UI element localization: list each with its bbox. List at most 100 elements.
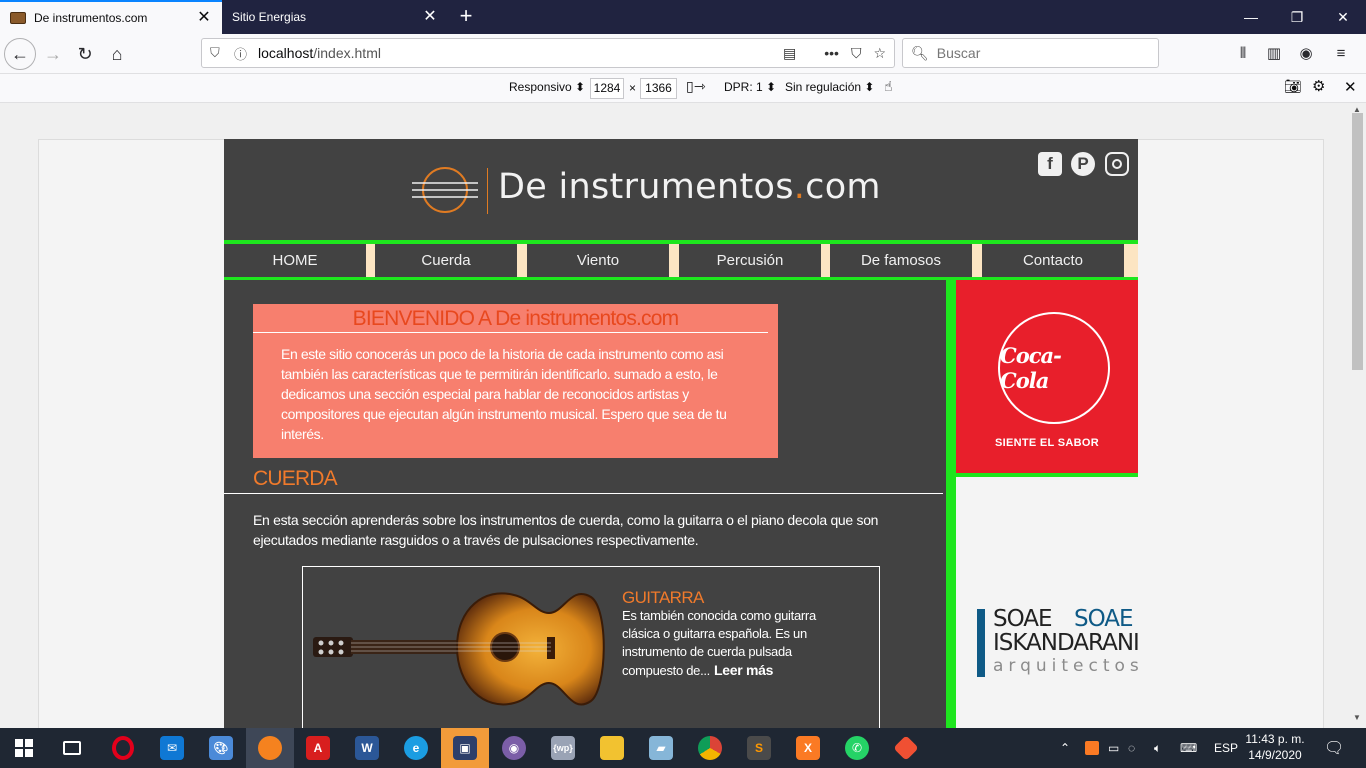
- forward-icon[interactable]: →: [38, 39, 68, 69]
- task-view-icon[interactable]: [48, 728, 96, 768]
- new-tab-button[interactable]: +: [452, 4, 480, 30]
- sublime-icon[interactable]: S: [735, 728, 783, 768]
- viewport-width-input[interactable]: 1284: [590, 78, 624, 99]
- rotate-icon[interactable]: ▯⇾: [686, 78, 705, 95]
- minimize-icon[interactable]: —: [1228, 0, 1274, 34]
- url-bar[interactable]: ⛉ ⓘ localhost/index.html ▤ ••• ⛉ ☆: [201, 38, 895, 68]
- nav-contacto[interactable]: Contacto: [982, 244, 1124, 277]
- back-icon[interactable]: ←: [4, 38, 36, 70]
- clock-date: 14/9/2020: [1248, 748, 1302, 762]
- vertical-scrollbar[interactable]: ▲ ▼: [1349, 103, 1366, 728]
- logo-icon: [412, 167, 478, 213]
- touch-icon[interactable]: ☝: [884, 78, 893, 95]
- coca-cola-logo: Coca-Cola: [998, 312, 1110, 424]
- close-rdm-icon[interactable]: ✕: [1344, 78, 1357, 96]
- search-icon: 🔍︎: [911, 44, 929, 61]
- site-page: De instrumentos.com f P HOME Cuerda Vien…: [224, 139, 1140, 728]
- main-content: BIENVENIDO A De instrumentos.com En este…: [224, 280, 946, 728]
- mail-icon[interactable]: ✉: [148, 728, 196, 768]
- page-info-icon[interactable]: ⓘ: [234, 44, 252, 63]
- card-title: GUITARRA: [622, 588, 704, 607]
- reload-icon[interactable]: ↻: [70, 39, 100, 69]
- nav-de-famosos[interactable]: De famosos: [830, 244, 972, 277]
- pinterest-icon[interactable]: P: [1071, 152, 1095, 176]
- tab-strip: De instrumentos.com ✕ Sitio Energias ✕ +…: [0, 0, 1366, 34]
- facebook-icon[interactable]: f: [1038, 152, 1062, 176]
- screenshot-icon[interactable]: 📷︎: [1284, 78, 1302, 95]
- ad-soae-arquitectos[interactable]: SOAE SOAE ISKANDARANI arquitectos: [976, 606, 1140, 680]
- settings-icon[interactable]: ⚙: [1312, 77, 1325, 95]
- tray-chevron-icon[interactable]: ⌃: [1060, 728, 1070, 768]
- app-circle-icon[interactable]: ◉: [490, 728, 538, 768]
- notes-icon[interactable]: ▰: [637, 728, 685, 768]
- word-icon[interactable]: W: [343, 728, 391, 768]
- firefox-icon[interactable]: [246, 728, 294, 768]
- home-icon[interactable]: ⌂: [102, 39, 132, 69]
- welcome-box: BIENVENIDO A De instrumentos.com En este…: [253, 304, 778, 458]
- url-text[interactable]: localhost/index.html: [258, 45, 771, 61]
- battery-icon[interactable]: ▭: [1108, 728, 1119, 768]
- library-icon[interactable]: ⫴: [1232, 43, 1254, 65]
- scroll-down-icon[interactable]: ▼: [1353, 713, 1361, 722]
- site-favicon-icon: [10, 12, 26, 24]
- instagram-icon[interactable]: [1105, 152, 1129, 176]
- whatsapp-icon[interactable]: ✆: [833, 728, 881, 768]
- tab-inactive[interactable]: Sitio Energias ✕: [222, 0, 448, 34]
- start-icon[interactable]: [0, 728, 48, 768]
- volume-icon[interactable]: 🔈︎: [1154, 728, 1161, 768]
- clock[interactable]: 11:43 p. m. 14/9/2020: [1240, 731, 1310, 763]
- tab-active[interactable]: De instrumentos.com ✕: [0, 0, 222, 34]
- nav-home[interactable]: HOME: [224, 244, 366, 277]
- menu-icon[interactable]: ≡: [1330, 43, 1352, 65]
- xampp-icon[interactable]: X: [784, 728, 832, 768]
- site-logo[interactable]: De instrumentos.com: [498, 167, 881, 207]
- restore-icon[interactable]: ❐: [1274, 0, 1320, 34]
- soae-text-2: ISKANDARANI: [993, 630, 1140, 656]
- nav-percusion[interactable]: Percusión: [679, 244, 821, 277]
- shield-icon[interactable]: ⛉: [210, 45, 228, 61]
- language-indicator[interactable]: ESP: [1214, 728, 1238, 768]
- file-explorer-icon[interactable]: [588, 728, 636, 768]
- section-title: CUERDA: [253, 467, 338, 490]
- bookmark-star-icon[interactable]: ☆: [873, 45, 886, 62]
- responsive-toolbar: Responsivo ⬍ 1284 × 1366 ▯⇾ DPR: 1 ⬍ Sin…: [0, 74, 1366, 103]
- pocket-icon[interactable]: ⛉: [851, 45, 862, 62]
- acrobat-icon[interactable]: A: [294, 728, 342, 768]
- chrome-icon[interactable]: [686, 728, 734, 768]
- close-tab-icon[interactable]: ✕: [422, 9, 438, 25]
- nav-viento[interactable]: Viento: [527, 244, 669, 277]
- more-icon[interactable]: •••: [824, 45, 839, 61]
- sidebar-icon[interactable]: ▥: [1263, 43, 1285, 65]
- edge-icon[interactable]: e: [392, 728, 440, 768]
- paint-icon[interactable]: 🎨︎: [197, 728, 245, 768]
- clock-time: 11:43 p. m.: [1245, 732, 1305, 746]
- scrollbar-thumb[interactable]: [1352, 113, 1363, 370]
- welcome-divider: [253, 332, 768, 333]
- network-icon[interactable]: ◌: [1128, 728, 1135, 768]
- search-input[interactable]: 🔍︎ Buscar: [902, 38, 1159, 68]
- account-icon[interactable]: ◉: [1295, 43, 1317, 65]
- git-icon[interactable]: [882, 728, 930, 768]
- instrument-card: GUITARRA Es también conocida como guitar…: [302, 566, 880, 728]
- wp-icon[interactable]: {wp}: [539, 728, 587, 768]
- reader-icon[interactable]: ▤: [783, 45, 796, 62]
- opera-icon[interactable]: [99, 728, 147, 768]
- close-tab-icon[interactable]: ✕: [196, 10, 212, 26]
- dimension-separator: ×: [629, 81, 637, 95]
- main-nav: HOME Cuerda Viento Percusión De famosos …: [224, 240, 1138, 280]
- notifications-icon[interactable]: 🗨︎: [1324, 728, 1344, 768]
- read-more-link[interactable]: Leer más: [714, 662, 773, 678]
- soae-text-3: arquitectos: [993, 656, 1144, 676]
- close-window-icon[interactable]: ✕: [1320, 0, 1366, 34]
- dpr-select[interactable]: DPR: 1 ⬍: [724, 80, 776, 94]
- image-editor-icon[interactable]: ▣: [441, 728, 489, 768]
- nav-cuerda[interactable]: Cuerda: [375, 244, 517, 277]
- ad-coca-cola[interactable]: Coca-Cola SIENTE EL SABOR: [956, 280, 1138, 477]
- device-select[interactable]: Responsivo ⬍: [509, 80, 585, 94]
- welcome-title: BIENVENIDO A De instrumentos.com: [352, 307, 680, 330]
- viewport-height-input[interactable]: 1366: [640, 78, 677, 99]
- xampp-tray-icon[interactable]: [1085, 728, 1099, 768]
- soae-logo-bar: [977, 609, 985, 677]
- keyboard-icon[interactable]: ⌨: [1180, 728, 1197, 768]
- throttle-select[interactable]: Sin regulación ⬍: [785, 80, 874, 94]
